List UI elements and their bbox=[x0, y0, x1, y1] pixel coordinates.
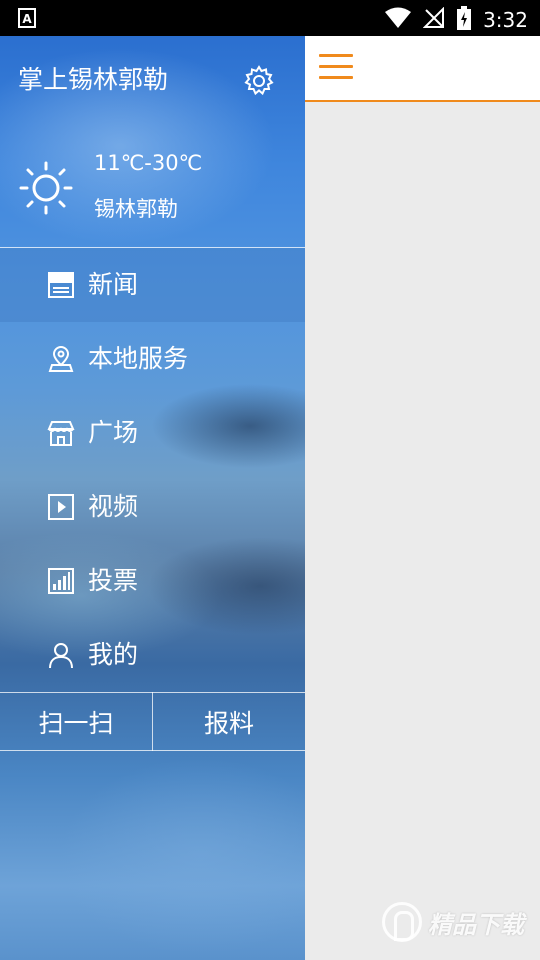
play-box-icon bbox=[47, 493, 75, 521]
temperature-range: 11℃-30℃ bbox=[94, 151, 203, 175]
drawer-actions: 扫一扫 报料 bbox=[0, 692, 305, 751]
actions-bottom-divider bbox=[0, 750, 305, 751]
weather-city: 锡林郭勒 bbox=[94, 197, 178, 221]
sun-icon bbox=[18, 160, 74, 216]
menu-label-local-services: 本地服务 bbox=[88, 344, 189, 373]
person-icon bbox=[47, 641, 75, 669]
main-content bbox=[305, 36, 540, 960]
weather-widget[interactable]: 11℃-30℃ 锡林郭勒 bbox=[0, 144, 305, 234]
menu-label-vote: 投票 bbox=[88, 566, 139, 595]
accessibility-icon: A bbox=[18, 8, 36, 32]
menu-item-video[interactable]: 视频 bbox=[0, 470, 305, 544]
menu-label-news: 新闻 bbox=[88, 270, 139, 299]
watermark: 精品下载 bbox=[382, 902, 524, 942]
no-signal-icon bbox=[422, 6, 445, 33]
watermark-logo-icon bbox=[382, 902, 422, 942]
menu-label-mine: 我的 bbox=[88, 640, 139, 669]
app-title: 掌上锡林郭勒 bbox=[18, 65, 169, 94]
menu-item-news[interactable]: 新闻 bbox=[0, 248, 305, 322]
clock: 3:32 bbox=[483, 8, 528, 32]
menu-item-vote[interactable]: 投票 bbox=[0, 544, 305, 618]
navigation-drawer: 掌上锡林郭勒 11℃-30℃ 锡林郭勒 新闻 本地服务 广场 视频 投票 我的 … bbox=[0, 36, 305, 960]
svg-text:A: A bbox=[22, 12, 32, 26]
location-pin-icon bbox=[47, 345, 75, 373]
menu-label-video: 视频 bbox=[88, 492, 139, 521]
top-toolbar bbox=[305, 36, 540, 102]
watermark-text: 精品下载 bbox=[428, 910, 524, 939]
menu-item-square[interactable]: 广场 bbox=[0, 396, 305, 470]
wifi-icon bbox=[385, 7, 412, 33]
drawer-header: 掌上锡林郭勒 11℃-30℃ 锡林郭勒 bbox=[0, 36, 305, 247]
menu-item-local-services[interactable]: 本地服务 bbox=[0, 322, 305, 396]
menu-label-square: 广场 bbox=[88, 418, 139, 447]
bar-chart-icon bbox=[47, 567, 75, 595]
scan-button[interactable]: 扫一扫 bbox=[0, 692, 152, 751]
battery-charging-icon bbox=[457, 6, 472, 34]
gear-icon[interactable] bbox=[242, 64, 276, 98]
drawer-menu: 新闻 本地服务 广场 视频 投票 我的 bbox=[0, 248, 305, 692]
menu-item-mine[interactable]: 我的 bbox=[0, 618, 305, 692]
newspaper-icon bbox=[47, 271, 75, 299]
storefront-icon bbox=[47, 419, 75, 447]
hamburger-icon[interactable] bbox=[319, 54, 353, 82]
status-bar: A 3:32 bbox=[0, 0, 540, 36]
report-button[interactable]: 报料 bbox=[153, 692, 305, 751]
